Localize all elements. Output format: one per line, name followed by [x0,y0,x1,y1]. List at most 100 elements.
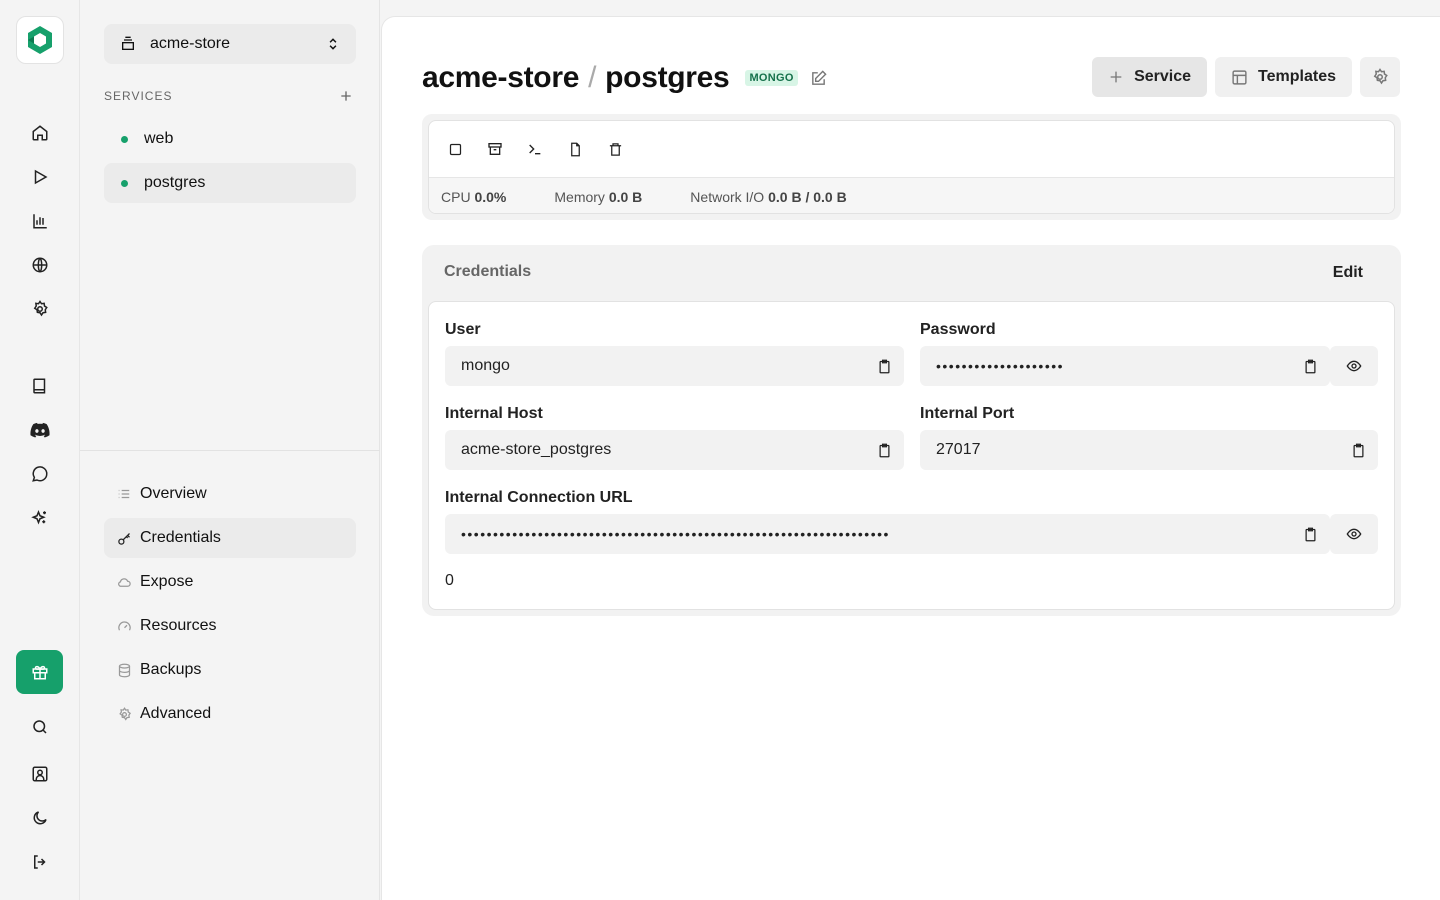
add-service-label: Service [1134,68,1192,85]
service-name: postgres [144,174,206,191]
service-sidebar: acme-store SERVICES web postgres Overvie… [80,0,380,900]
home-icon [32,125,48,141]
app-logo[interactable] [16,16,64,64]
connection-url-field[interactable]: ••••••••••••••••••••••••••••••••••••••••… [445,514,1330,554]
service-item-web[interactable]: web [104,119,356,159]
status-dot [121,179,128,187]
user-field[interactable]: mongo [445,346,904,386]
bar-chart-icon [33,214,47,229]
credentials-footer-value: 0 [445,572,454,589]
gift-button[interactable] [16,650,63,694]
copy-port-button[interactable] [1338,430,1378,470]
menu-item-resources[interactable]: Resources [104,606,356,646]
chat-icon [32,466,48,482]
edit-credentials-button[interactable]: Edit [1317,253,1379,293]
host-field[interactable]: acme-store_postgres [445,430,904,470]
terminal-icon [529,144,541,155]
plus-icon [1110,71,1122,83]
service-type-badge: MONGO [745,70,798,86]
nav-deploy-button[interactable] [20,157,60,197]
docs-button[interactable] [20,366,60,406]
play-icon [34,169,48,185]
title-service: postgres [605,61,730,94]
resource-metrics: CPU 0.0% Memory 0.0 B Network I/O 0.0 B … [429,177,1394,213]
project-name: acme-store [150,35,231,52]
stop-icon [449,143,461,155]
stop-button[interactable] [439,133,471,165]
nav-home-button[interactable] [20,113,60,153]
add-service-icon[interactable] [338,88,354,104]
archive-button[interactable] [479,133,511,165]
menu-label: Expose [140,573,194,590]
account-button[interactable] [20,754,60,794]
port-field[interactable]: 27017 [920,430,1378,470]
title-project[interactable]: acme-store [422,61,579,95]
eye-icon [1346,528,1362,540]
logs-button[interactable] [559,133,591,165]
file-icon [570,142,580,156]
credentials-card: Credentials Edit User mongo Password •••… [422,245,1401,616]
theme-button[interactable] [20,798,60,838]
discord-icon [30,422,50,438]
globe-icon [32,257,48,273]
whats-new-button[interactable] [20,498,60,538]
trash-icon [609,142,621,156]
clipboard-icon [1305,359,1315,373]
cpu-metric: CPU 0.0% [441,188,507,205]
toggle-url-visibility[interactable] [1330,514,1378,554]
moon-icon [33,811,47,825]
nav-domains-button[interactable] [20,245,60,285]
delete-button[interactable] [599,133,631,165]
logout-button[interactable] [20,842,60,882]
logout-icon [34,855,46,869]
menu-item-backups[interactable]: Backups [104,650,356,690]
memory-metric: Memory 0.0 B [554,188,643,205]
templates-label: Templates [1258,68,1336,85]
project-settings-button[interactable] [1360,57,1400,97]
gift-icon [32,665,47,680]
gear-icon [1373,68,1388,85]
menu-item-advanced[interactable]: Advanced [104,694,356,734]
copy-user-button[interactable] [864,346,904,386]
password-field[interactable]: •••••••••••••••••••• [920,346,1330,386]
clipboard-icon [1353,443,1363,457]
clipboard-icon [879,443,889,457]
logo-icon [28,26,52,54]
project-selector[interactable]: acme-store [104,24,356,64]
menu-label: Overview [140,485,207,502]
service-item-postgres[interactable]: postgres [104,163,356,203]
url-label: Internal Connection URL [445,489,633,506]
host-value: acme-store_postgres [461,441,612,458]
toggle-password-visibility[interactable] [1330,346,1378,386]
menu-item-credentials[interactable]: Credentials [104,518,356,558]
menu-label: Backups [140,661,202,678]
menu-label: Advanced [140,705,212,722]
services-label: SERVICES [104,89,173,103]
menu-item-expose[interactable]: Expose [104,562,356,602]
nav-metrics-button[interactable] [20,201,60,241]
nav-settings-button[interactable] [20,289,60,329]
header-actions: Service Templates [1092,57,1400,97]
console-button[interactable] [519,133,551,165]
edit-icon[interactable] [810,69,827,87]
copy-password-button[interactable] [1290,346,1330,386]
service-status-card: CPU 0.0% Memory 0.0 B Network I/O 0.0 B … [422,114,1401,220]
gauge-icon [117,620,131,631]
service-toolbar [439,133,631,165]
key-icon [117,532,130,545]
credentials-form: User mongo Password ••••••••••••••••••••… [428,301,1395,610]
network-metric: Network I/O 0.0 B / 0.0 B [690,188,847,205]
templates-button[interactable]: Templates [1215,57,1352,97]
menu-item-overview[interactable]: Overview [104,474,356,514]
user-value: mongo [461,357,510,374]
copy-url-button[interactable] [1290,514,1330,554]
add-service-button[interactable]: Service [1092,57,1208,97]
search-icon [33,720,47,734]
discord-button[interactable] [20,410,60,450]
host-label: Internal Host [445,405,543,422]
search-button[interactable] [20,707,60,747]
cloud-icon [117,577,131,587]
copy-host-button[interactable] [864,430,904,470]
feedback-button[interactable] [20,454,60,494]
main-panel: acme-store / postgres MONGO Service Temp… [381,16,1440,900]
